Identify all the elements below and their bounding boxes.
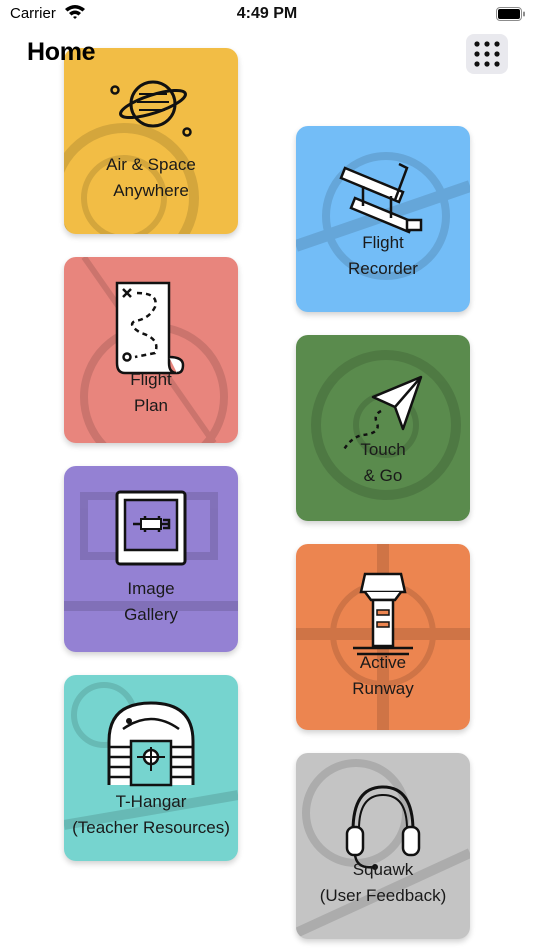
hangar-icon xyxy=(107,701,195,787)
tile-label: Air & Space Anywhere xyxy=(106,155,196,200)
status-time: 4:49 PM xyxy=(236,5,298,22)
battery-icon xyxy=(496,7,526,26)
control-tower-icon xyxy=(353,572,413,656)
tile-label: Touch & Go xyxy=(360,440,406,485)
map-scroll-icon xyxy=(115,281,185,375)
tile-label: T-Hangar (Teacher Resources) xyxy=(72,792,230,837)
tile-air-space-anywhere[interactable]: Air & Space Anywhere xyxy=(64,48,238,234)
photo-frame-icon xyxy=(115,490,187,566)
tile-label: Image Gallery xyxy=(124,579,178,624)
page-title: Home xyxy=(27,38,96,66)
status-bar: Carrier 4:49 PM xyxy=(0,0,534,30)
tile-image-gallery[interactable]: Image Gallery xyxy=(64,466,238,652)
tile-flight-plan[interactable]: Flight Plan xyxy=(64,257,238,443)
tile-label: Squawk (User Feedback) xyxy=(319,860,447,905)
tile-squawk[interactable]: Squawk (User Feedback) xyxy=(296,753,470,939)
tile-flight-recorder[interactable]: Flight Recorder xyxy=(296,126,470,312)
tile-t-hangar[interactable]: T-Hangar (Teacher Resources) xyxy=(64,675,238,861)
grid-menu-button[interactable] xyxy=(466,34,508,74)
tile-label: Active Runway xyxy=(352,653,414,698)
tile-label: Flight Plan xyxy=(130,370,172,415)
tile-active-runway[interactable]: Active Runway xyxy=(296,544,470,730)
tile-touch-and-go[interactable]: Touch & Go xyxy=(296,335,470,521)
tile-label: Flight Recorder xyxy=(348,233,418,278)
grid-dots-icon xyxy=(474,41,500,67)
